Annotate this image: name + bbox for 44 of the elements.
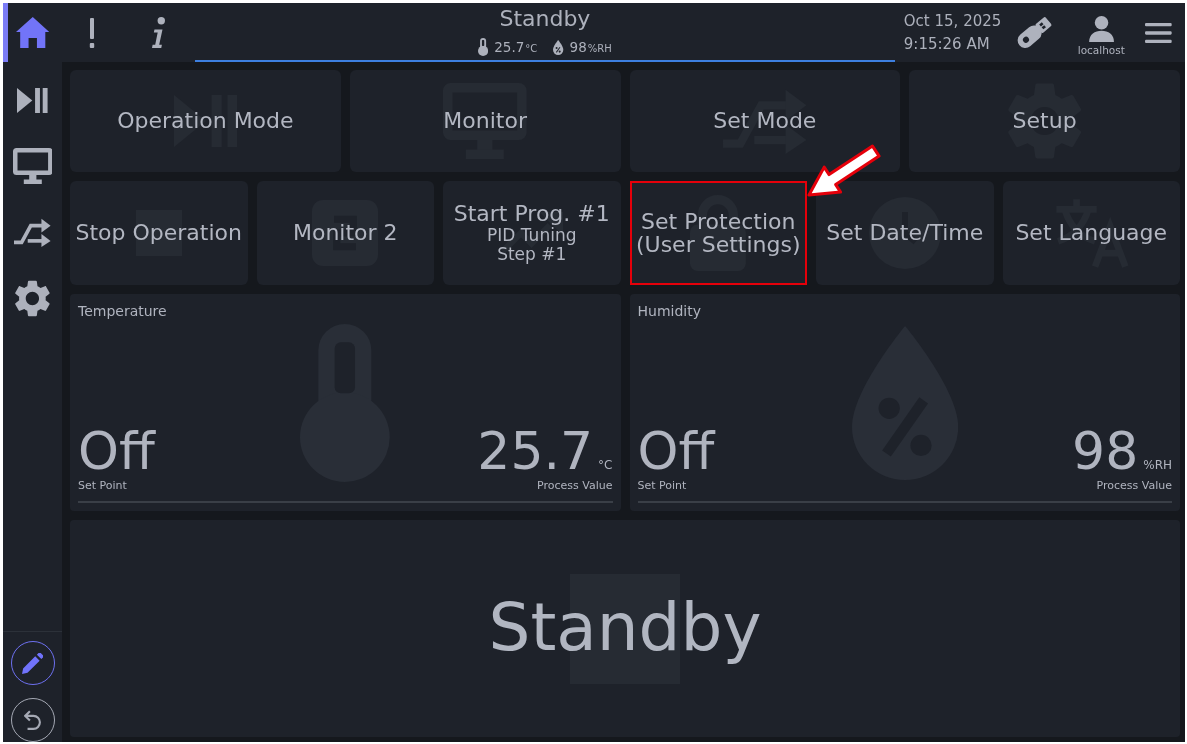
panel-title: Temperature: [78, 302, 167, 320]
process-value-label: Process Value: [1096, 479, 1172, 493]
unit-label: %RH: [1143, 458, 1172, 472]
settings-icon: [15, 279, 50, 317]
status-text: Standby: [488, 592, 762, 665]
user-icon: [1087, 16, 1115, 42]
unit-label: °C: [598, 458, 613, 472]
tile-button[interactable]: Set Date/Time: [816, 181, 994, 285]
tile-button[interactable]: Start Prog. #1 PID Tuning Step #1: [443, 181, 621, 285]
set-point-value: Off: [637, 425, 715, 477]
status-title: Standby: [499, 6, 591, 32]
time-text: 9:15:26 AM: [903, 33, 991, 55]
set-point-value: Off: [78, 425, 155, 477]
menu-icon: [1145, 22, 1172, 43]
play-pause-icon: [17, 87, 48, 113]
undo-icon: [23, 710, 42, 730]
tile-button[interactable]: Monitor: [349, 70, 621, 172]
home-icon: [15, 17, 50, 48]
tile-button[interactable]: Monitor 2: [256, 181, 434, 285]
tile-button[interactable]: Stop Operation: [70, 181, 248, 285]
process-value: 98: [1072, 425, 1139, 477]
tile-button[interactable]: Set Protection (User Settings): [629, 181, 807, 285]
tile-button[interactable]: Set Language: [1002, 181, 1180, 285]
tile-button[interactable]: Setup: [909, 70, 1180, 172]
info-icon: [151, 17, 166, 48]
user-button[interactable]: localhost: [1073, 3, 1130, 62]
arrows-icon: [14, 217, 51, 247]
reading-value: 25.7: [494, 38, 525, 56]
tile-button[interactable]: Set Mode: [629, 70, 901, 172]
drop-icon: [553, 39, 564, 55]
process-value: 25.7: [477, 425, 594, 477]
date-text: Oct 15, 2025: [903, 10, 1002, 32]
monitor-icon: [12, 148, 53, 184]
set-point-label: Set Point: [78, 479, 127, 493]
exclamation-icon: [89, 17, 95, 48]
unit-label: °C: [525, 43, 538, 55]
thermometer-icon: [478, 38, 489, 56]
reading-value: 98: [569, 38, 587, 56]
panel-title: Humidity: [637, 302, 701, 320]
pencil-icon: [21, 652, 44, 674]
tile-button[interactable]: Operation Mode: [70, 70, 341, 172]
set-point-label: Set Point: [637, 479, 687, 493]
process-value-label: Process Value: [537, 479, 613, 493]
unit-label: %RH: [587, 43, 612, 55]
